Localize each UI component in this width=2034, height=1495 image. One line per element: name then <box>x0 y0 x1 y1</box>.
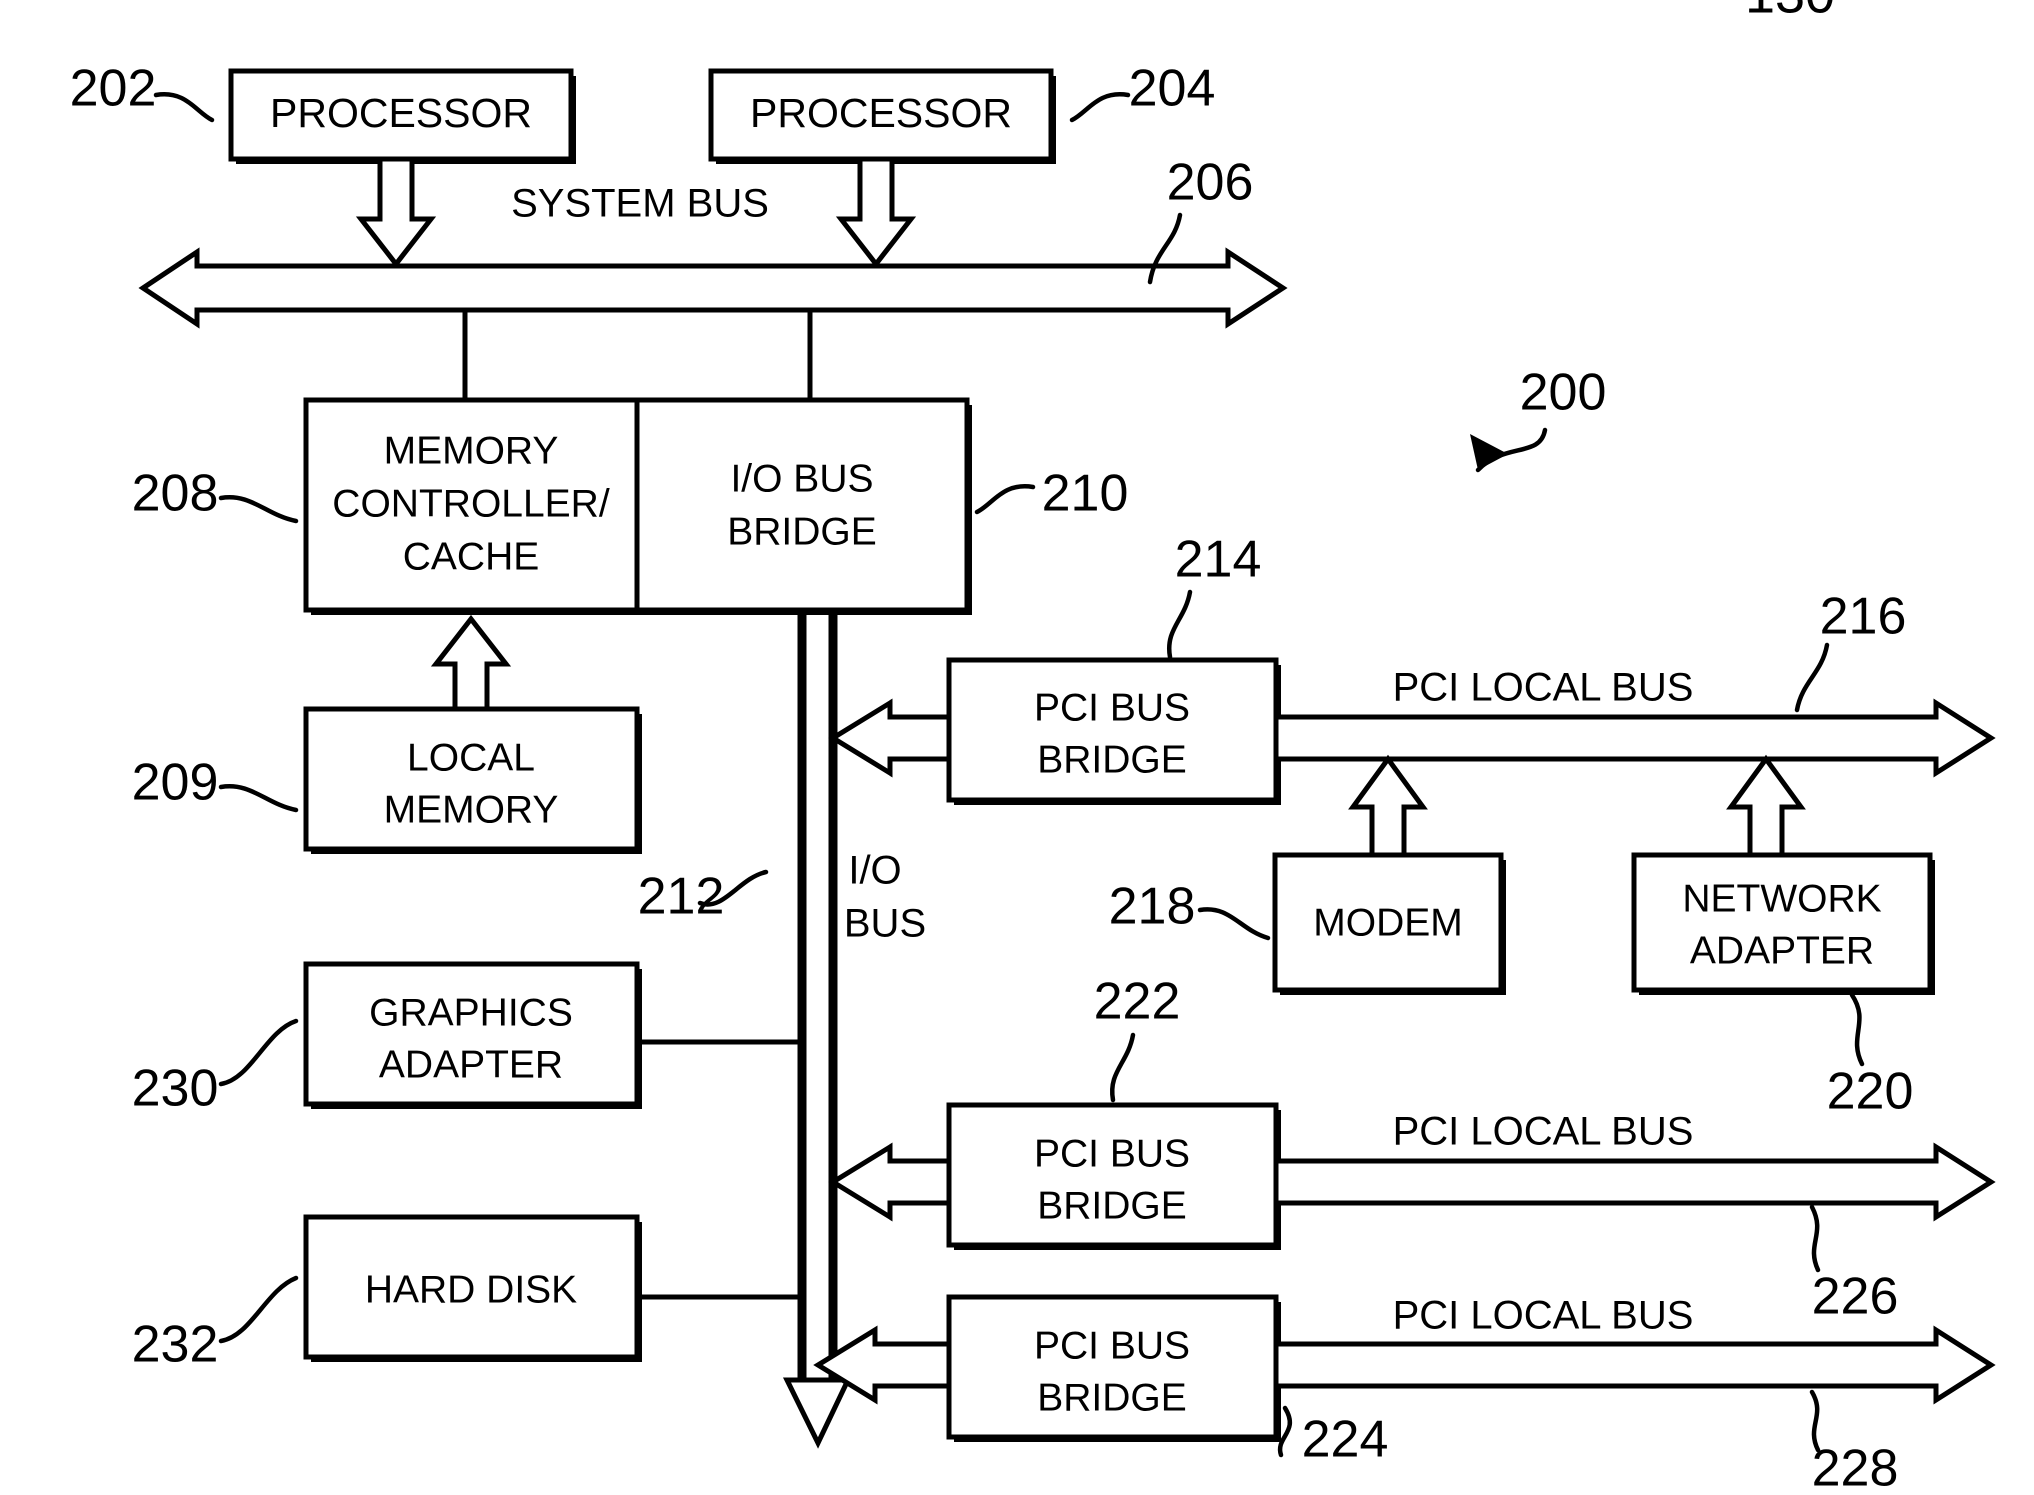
ref-number-224: 224 <box>1302 1411 1389 1469</box>
pci-bus-bridge-3-label-2: BRIDGE <box>1037 1376 1187 1419</box>
graphics-adapter-label-1: GRAPHICS <box>369 991 573 1034</box>
io-bus-bridge-label-2: BRIDGE <box>727 510 877 553</box>
pci-local-bus-3-arrow <box>1273 1325 1996 1405</box>
lead-line-230 <box>218 1018 299 1087</box>
io-bus-arrow-head <box>782 1377 852 1449</box>
ref-number-206: 206 <box>1167 154 1254 212</box>
system-bus-label: SYSTEM BUS <box>511 182 769 226</box>
processor-1-to-bus-arrow <box>355 156 437 269</box>
local-memory-to-controller-arrow <box>430 614 512 712</box>
lead-line-222 <box>1109 1032 1136 1103</box>
ref-number-226: 226 <box>1812 1268 1899 1326</box>
block-modem: MODEM <box>1272 852 1506 995</box>
lead-line-202 <box>153 92 215 123</box>
memory-controller-label-3: CACHE <box>403 535 540 578</box>
ref-number-204: 204 <box>1129 60 1216 118</box>
ref-number-209: 209 <box>132 754 219 812</box>
local-memory-label-1: LOCAL <box>407 736 535 779</box>
block-io-bus-bridge: I/O BUS BRIDGE <box>634 397 972 615</box>
io-bus-label-2: BUS <box>844 902 926 946</box>
ref-number-216: 216 <box>1820 588 1907 646</box>
system-bus-arrow <box>138 247 1288 329</box>
pci-local-bus-1-label: PCI LOCAL BUS <box>1393 666 1694 710</box>
network-adapter-label-2: ADAPTER <box>1690 929 1874 972</box>
patent-figure: 130 PROCESSOR 202 PROCESSOR 204 SYSTEM B… <box>0 0 2034 1495</box>
network-adapter-label-1: NETWORK <box>1682 877 1881 920</box>
ref-number-230: 230 <box>132 1060 219 1118</box>
block-network-adapter: NETWORK ADAPTER <box>1631 852 1935 995</box>
io-bus-bridge-box <box>634 397 970 613</box>
lead-line-220 <box>1849 992 1865 1067</box>
ref-number-220: 220 <box>1827 1063 1914 1121</box>
ref-number-222: 222 <box>1094 973 1181 1031</box>
graphics-adapter-label-2: ADAPTER <box>379 1043 563 1086</box>
lead-line-209 <box>218 784 299 813</box>
pci-bus-bridge-1-label-2: BRIDGE <box>1037 738 1187 781</box>
processor-2-to-bus-arrow <box>835 156 917 269</box>
block-graphics-adapter: GRAPHICS ADAPTER <box>303 961 642 1109</box>
lead-line-216 <box>1794 642 1830 713</box>
pci-bus-bridge-3-label-1: PCI BUS <box>1034 1324 1190 1367</box>
block-local-memory: LOCAL MEMORY <box>303 706 642 854</box>
page-number: 130 <box>1745 0 1835 24</box>
io-bus-label-1: I/O <box>848 849 901 893</box>
pci-bus-bridge-2-label-1: PCI BUS <box>1034 1132 1190 1175</box>
figure-canvas: 130 PROCESSOR 202 PROCESSOR 204 SYSTEM B… <box>70 0 1996 1495</box>
lead-line-218 <box>1197 907 1271 941</box>
modem-label: MODEM <box>1313 901 1463 944</box>
pci-bus-bridge-2-label-2: BRIDGE <box>1037 1184 1187 1227</box>
network-adapter-to-pci-bus-arrow <box>1726 754 1806 858</box>
block-processor-1: PROCESSOR <box>228 68 576 164</box>
pci-local-bus-2-label: PCI LOCAL BUS <box>1393 1110 1694 1154</box>
processor-2-label: PROCESSOR <box>750 90 1012 136</box>
lead-line-208 <box>218 495 299 524</box>
block-memory-controller: MEMORY CONTROLLER/ CACHE <box>303 397 642 615</box>
pci-bridge-1-to-io-bus-arrow <box>828 698 952 778</box>
ref-number-212: 212 <box>638 868 725 926</box>
block-pci-bus-bridge-2: PCI BUS BRIDGE <box>946 1102 1281 1250</box>
lead-line-224 <box>1277 1405 1293 1458</box>
block-pci-bus-bridge-3: PCI BUS BRIDGE <box>946 1294 1281 1442</box>
figure-ref-arrow-head <box>1470 434 1508 470</box>
ref-number-228: 228 <box>1812 1440 1899 1495</box>
block-pci-bus-bridge-1: PCI BUS BRIDGE <box>946 657 1281 805</box>
figure-ref-200: 200 <box>1520 364 1607 422</box>
hard-disk-label: HARD DISK <box>365 1268 577 1311</box>
ref-number-202: 202 <box>70 60 157 118</box>
pci-local-bus-2-arrow <box>1273 1142 1996 1222</box>
block-hard-disk: HARD DISK <box>303 1214 642 1362</box>
pci-bridge-2-to-io-bus-arrow <box>828 1142 952 1222</box>
lead-line-204 <box>1069 92 1131 123</box>
pci-bus-bridge-1-label-1: PCI BUS <box>1034 686 1190 729</box>
io-bus-bridge-label-1: I/O BUS <box>730 457 873 500</box>
lead-line-210 <box>974 484 1036 515</box>
ref-number-218: 218 <box>1109 878 1196 936</box>
lead-line-232 <box>218 1275 299 1344</box>
ref-number-214: 214 <box>1175 531 1262 589</box>
memory-controller-label-2: CONTROLLER/ <box>332 482 610 525</box>
lead-line-226 <box>1809 1204 1821 1273</box>
lead-line-214 <box>1166 589 1193 660</box>
processor-1-label: PROCESSOR <box>270 90 532 136</box>
ref-number-208: 208 <box>132 465 219 523</box>
pci-local-bus-3-label: PCI LOCAL BUS <box>1393 1294 1694 1338</box>
modem-to-pci-bus-arrow <box>1348 754 1428 858</box>
ref-number-210: 210 <box>1042 465 1129 523</box>
ref-number-232: 232 <box>132 1316 219 1374</box>
memory-controller-label-1: MEMORY <box>384 429 559 472</box>
block-processor-2: PROCESSOR <box>708 68 1056 164</box>
local-memory-label-2: MEMORY <box>384 788 559 831</box>
